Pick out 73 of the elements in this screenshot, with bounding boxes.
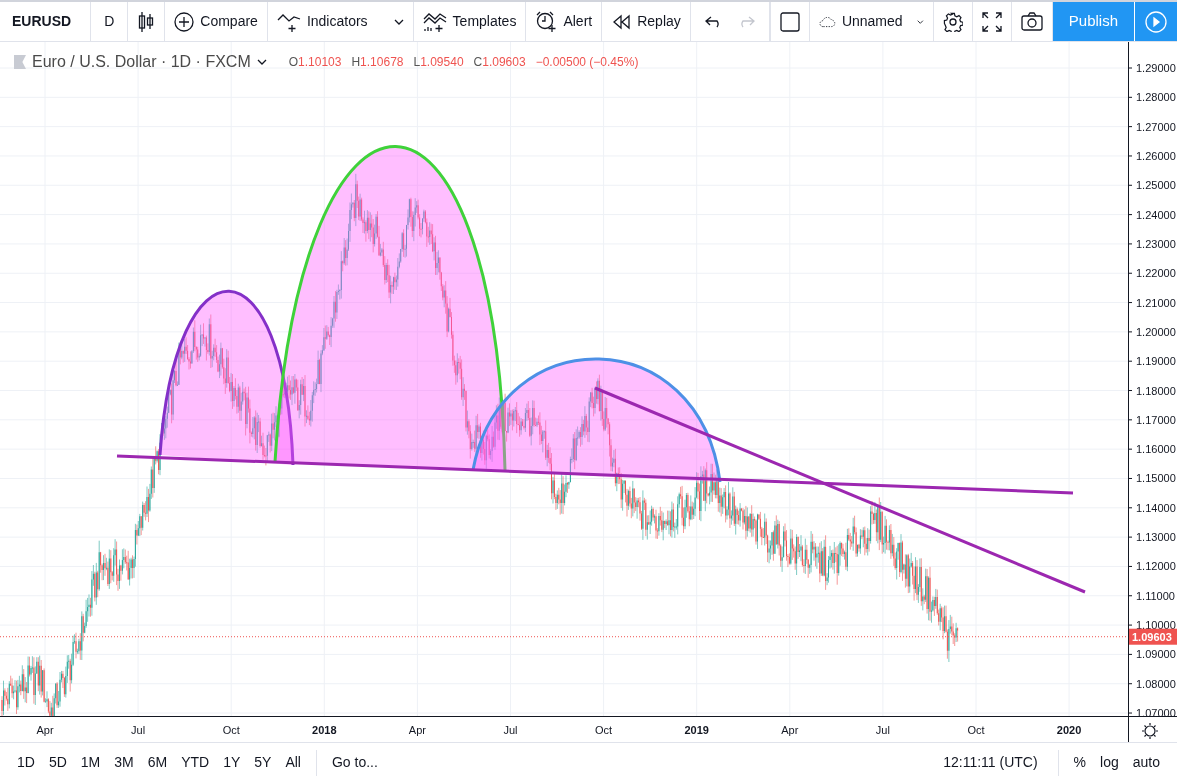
price-label: 1.08000 (1136, 677, 1176, 690)
range-button[interactable]: 1Y (216, 752, 248, 773)
price-label: 1.17000 (1136, 413, 1176, 426)
time-label: 2018 (312, 724, 337, 736)
time-label: Apr (36, 724, 54, 736)
candlestick-icon (137, 10, 156, 33)
price-label: 1.20000 (1136, 325, 1176, 338)
range-button[interactable]: 1D (10, 752, 42, 773)
ohlc-value: 1.09603 (482, 54, 526, 71)
ohlc-value: 1.10103 (298, 54, 342, 71)
range-button[interactable]: 1M (73, 752, 108, 773)
price-label: 1.24000 (1136, 208, 1176, 221)
rewind-icon (611, 13, 632, 30)
last-price-badge: 1.09603 (1129, 628, 1177, 645)
flag-icon (14, 55, 26, 69)
time-label: 2019 (684, 724, 709, 736)
price-label: 1.23000 (1136, 237, 1176, 250)
ohlc-label: H (351, 54, 361, 71)
price-label: 1.22000 (1136, 267, 1176, 280)
play-circle-icon (1145, 10, 1167, 33)
time-label: Oct (222, 724, 240, 736)
price-label: 1.09000 (1136, 648, 1176, 661)
price-label: 1.21000 (1136, 296, 1176, 309)
price-label: 1.27000 (1136, 120, 1176, 133)
price-label: 1.16000 (1136, 443, 1176, 456)
time-label: Jul (875, 724, 890, 736)
symbol-title: Euro / U.S. Dollar · 1D · FXCM (32, 52, 251, 72)
time-label: Oct (595, 724, 613, 736)
clock-text: 12:11:11 (UTC) (943, 753, 1038, 772)
camera-icon (1020, 11, 1043, 32)
price-label: 1.11000 (1136, 589, 1175, 602)
ohlc-label: O (288, 54, 299, 71)
price-label: 1.18000 (1136, 384, 1176, 397)
price-label: 1.25000 (1136, 179, 1176, 192)
range-button[interactable]: 3M (107, 752, 141, 773)
caret-down-icon (393, 18, 404, 25)
scale-option-button[interactable]: log (1093, 752, 1126, 773)
price-change: −0.00500 (−0.45%) (535, 54, 639, 71)
square-icon (779, 11, 800, 32)
price-label: 1.26000 (1136, 149, 1176, 162)
caret-down-icon[interactable] (256, 59, 267, 65)
time-label: Apr (408, 724, 426, 736)
ohlc-value: 1.10678 (360, 54, 404, 71)
range-button[interactable]: 5D (41, 752, 74, 773)
ohlc-label: L (413, 54, 421, 71)
ohlc-value: 1.09540 (420, 54, 464, 71)
scale-option-button[interactable]: auto (1125, 752, 1167, 773)
range-button[interactable]: 6M (140, 752, 175, 773)
go-to-button[interactable]: Go to... (325, 752, 385, 773)
range-button[interactable]: YTD (174, 752, 217, 773)
time-label: Jul (131, 724, 146, 736)
range-button[interactable]: All (278, 752, 308, 773)
price-label: 1.14000 (1136, 501, 1176, 514)
settings-icon[interactable] (1141, 722, 1159, 740)
caret-down-icon (917, 18, 924, 25)
scale-option-button[interactable]: % (1066, 752, 1094, 773)
ohlc-label: C (473, 54, 483, 71)
alarm-clock-plus-icon (535, 10, 558, 33)
time-label: Apr (781, 724, 799, 736)
price-label: 1.19000 (1136, 355, 1176, 368)
price-label: 1.28000 (1136, 91, 1176, 104)
expand-arrows-icon (981, 11, 1002, 32)
price-label: 1.29000 (1136, 62, 1176, 74)
time-label: 2020 (1056, 724, 1082, 736)
price-label: 1.12000 (1136, 560, 1176, 573)
play-button[interactable] (1135, 2, 1177, 41)
price-label: 1.15000 (1136, 472, 1176, 485)
price-label: 1.13000 (1136, 531, 1176, 544)
range-button[interactable]: 5Y (247, 752, 279, 773)
plus-circle-icon (174, 11, 195, 32)
time-label: Oct (967, 724, 985, 736)
time-label: Jul (503, 724, 518, 736)
settings-icon (942, 11, 963, 32)
